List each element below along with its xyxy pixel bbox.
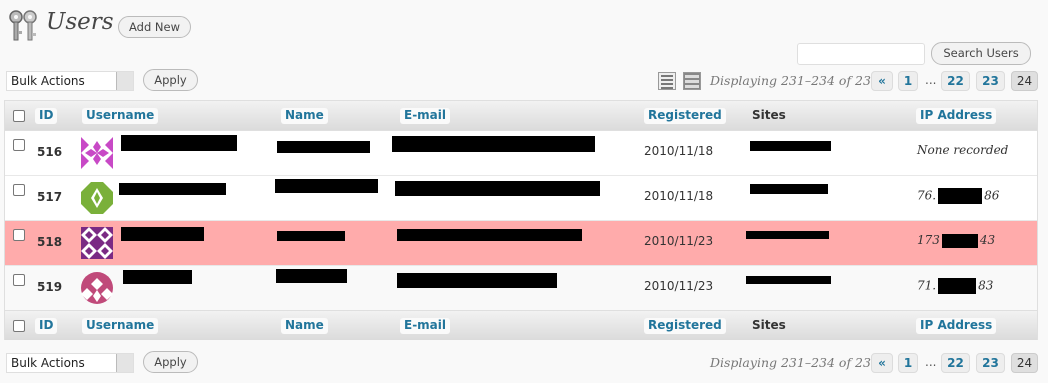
select-all-checkbox[interactable] — [13, 110, 25, 122]
user-id: 516 — [37, 145, 63, 159]
table-footer: ID Username Name E-mail Registered Sites… — [5, 310, 1037, 340]
add-new-button[interactable]: Add New — [118, 16, 191, 38]
avatar — [81, 272, 113, 304]
bulk-actions-label: Bulk Actions — [11, 356, 85, 370]
pagination-prev[interactable]: « — [871, 71, 893, 91]
avatar — [81, 137, 113, 169]
column-ip-address[interactable]: IP Address — [916, 108, 997, 124]
ip-start: 71. — [917, 278, 937, 293]
row-checkbox[interactable] — [13, 229, 25, 241]
ip-address: 173 43 — [917, 233, 995, 248]
column-name[interactable]: Name — [281, 108, 328, 124]
apply-button[interactable]: Apply — [143, 351, 198, 373]
user-id: 518 — [37, 235, 63, 249]
dropdown-arrow-icon — [116, 72, 133, 90]
redacted-name — [275, 179, 378, 193]
row-checkbox[interactable] — [13, 274, 25, 286]
redacted-sites — [750, 184, 828, 194]
pagination-prev[interactable]: « — [871, 353, 893, 373]
table-row: 517 2010/11/18 76. 86 — [5, 176, 1037, 221]
column-registered[interactable]: Registered — [644, 108, 726, 124]
ip-address: 71. 83 — [917, 278, 993, 294]
redacted-username — [121, 135, 237, 151]
redacted-email — [397, 273, 557, 288]
pagination-current-page: 24 — [1011, 71, 1038, 91]
redacted-ip — [938, 278, 977, 294]
redacted-sites — [746, 276, 831, 284]
table-row: 519 2010/11/23 71. 83 — [5, 266, 1037, 310]
dropdown-arrow-icon — [116, 354, 133, 372]
redacted-email — [397, 229, 582, 241]
registered-date: 2010/11/23 — [644, 279, 714, 293]
table-header: ID Username Name E-mail Registered Sites… — [5, 101, 1037, 131]
pagination-current-page: 24 — [1011, 353, 1038, 373]
user-id: 517 — [37, 190, 63, 204]
redacted-email — [392, 136, 595, 152]
column-id[interactable]: ID — [35, 318, 58, 334]
pagination-ellipsis: ... — [925, 355, 937, 369]
redacted-username — [119, 183, 226, 195]
registered-date: 2010/11/23 — [644, 234, 714, 248]
search-input[interactable] — [797, 43, 925, 65]
pagination-page[interactable]: 23 — [976, 353, 1005, 373]
redacted-name — [276, 269, 347, 283]
pagination-page[interactable]: 1 — [898, 71, 918, 91]
select-all-checkbox[interactable] — [13, 320, 25, 332]
excerpt-view-icon[interactable] — [683, 72, 701, 90]
redacted-name — [277, 231, 345, 241]
avatar — [81, 182, 113, 214]
pagination-page[interactable]: 23 — [976, 71, 1005, 91]
displaying-count: Displaying 231–234 of 234 — [710, 355, 879, 370]
pagination-page[interactable]: 1 — [898, 353, 918, 373]
registered-date: 2010/11/18 — [644, 144, 714, 158]
column-id[interactable]: ID — [35, 108, 58, 124]
ip-end: 43 — [979, 233, 996, 247]
redacted-sites — [746, 231, 829, 239]
bulk-actions-select[interactable]: Bulk Actions — [6, 71, 134, 91]
user-id: 519 — [37, 280, 63, 294]
pagination-page[interactable]: 22 — [941, 71, 970, 91]
page-title: Users — [46, 9, 114, 35]
ip-end: 83 — [978, 278, 994, 293]
bulk-actions-select[interactable]: Bulk Actions — [6, 353, 134, 373]
column-email[interactable]: E-mail — [400, 318, 451, 334]
ip-start: 173 — [917, 233, 940, 247]
column-username[interactable]: Username — [82, 318, 159, 334]
search-users-button[interactable]: Search Users — [931, 42, 1031, 65]
pagination-ellipsis: ... — [925, 73, 937, 87]
avatar — [81, 227, 113, 259]
column-registered[interactable]: Registered — [644, 318, 726, 334]
redacted-ip — [941, 233, 978, 248]
ip-address: None recorded — [917, 143, 1009, 157]
column-ip-address[interactable]: IP Address — [916, 318, 997, 334]
column-username[interactable]: Username — [82, 108, 159, 124]
ip-end: 86 — [984, 188, 1000, 203]
redacted-username — [121, 227, 204, 241]
row-checkbox[interactable] — [13, 139, 25, 151]
row-checkbox[interactable] — [13, 184, 25, 196]
redacted-name — [277, 141, 370, 153]
redacted-email — [395, 181, 600, 196]
users-table: ID Username Name E-mail Registered Sites… — [4, 100, 1038, 340]
bulk-actions-label: Bulk Actions — [11, 74, 85, 88]
table-row-highlighted: 518 2010/11/23 173 43 — [5, 221, 1037, 266]
ip-address: 76. 86 — [917, 188, 999, 204]
users-keys-icon — [9, 10, 37, 41]
redacted-sites — [750, 141, 831, 151]
redacted-username — [123, 270, 192, 284]
ip-start: 76. — [917, 188, 937, 203]
column-email[interactable]: E-mail — [400, 108, 451, 124]
column-name[interactable]: Name — [281, 318, 328, 334]
column-sites: Sites — [752, 108, 786, 122]
registered-date: 2010/11/18 — [644, 189, 714, 203]
column-sites: Sites — [752, 318, 786, 332]
list-view-icon[interactable] — [658, 72, 676, 90]
apply-button[interactable]: Apply — [143, 69, 198, 91]
pagination-page[interactable]: 22 — [941, 353, 970, 373]
table-row: 516 2010/11/18 None recorded — [5, 131, 1037, 176]
displaying-count: Displaying 231–234 of 234 — [710, 73, 879, 88]
redacted-ip — [938, 188, 983, 204]
